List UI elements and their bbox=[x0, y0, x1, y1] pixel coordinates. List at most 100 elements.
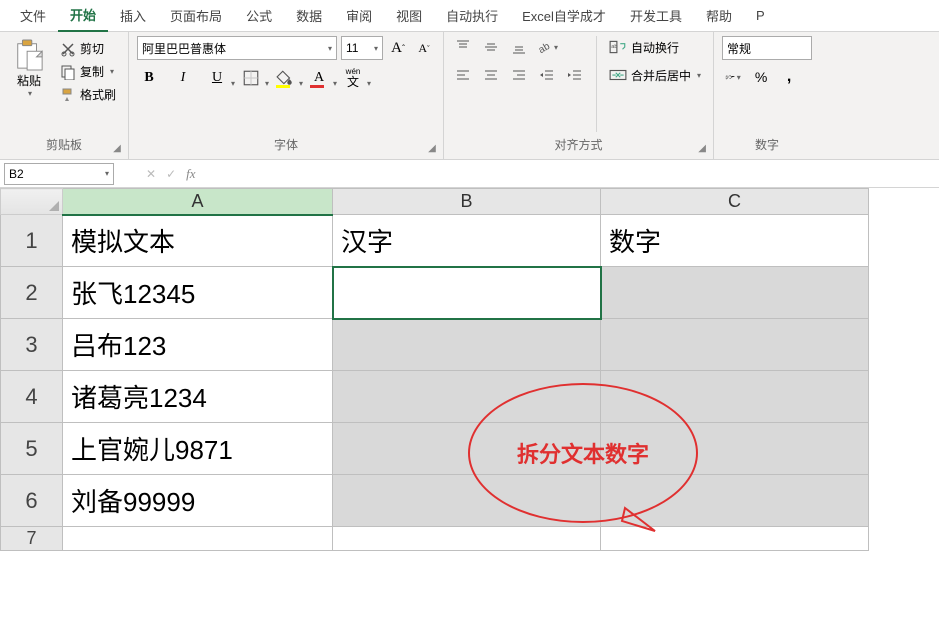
cell-b4[interactable] bbox=[333, 371, 601, 423]
formula-input[interactable] bbox=[204, 163, 939, 185]
align-left-icon bbox=[455, 67, 471, 83]
worksheet-grid[interactable]: A B C 1 模拟文本 汉字 数字 2 张飞12345 3 吕布123 4 诸… bbox=[0, 188, 939, 551]
orientation-button[interactable]: ab▾ bbox=[536, 36, 558, 58]
menu-file[interactable]: 文件 bbox=[8, 0, 58, 31]
col-header-c[interactable]: C bbox=[601, 189, 869, 215]
menu-home[interactable]: 开始 bbox=[58, 0, 108, 32]
row-header-3[interactable]: 3 bbox=[1, 319, 63, 371]
comma-button[interactable]: , bbox=[778, 66, 800, 88]
align-top-button[interactable] bbox=[452, 36, 474, 58]
border-button[interactable]: ▾ bbox=[239, 66, 263, 90]
align-bottom-button[interactable] bbox=[508, 36, 530, 58]
merge-center-button[interactable]: 合并后居中 ▾ bbox=[605, 64, 705, 86]
row-header-7[interactable]: 7 bbox=[1, 527, 63, 551]
name-box[interactable]: B2▾ bbox=[4, 163, 114, 185]
cut-button[interactable]: 剪切 bbox=[56, 38, 120, 59]
menu-p[interactable]: P bbox=[744, 2, 777, 29]
cell-a7[interactable] bbox=[63, 527, 333, 551]
copy-dropdown-icon[interactable]: ▾ bbox=[110, 67, 114, 76]
col-header-a[interactable]: A bbox=[63, 189, 333, 215]
cell-a6[interactable]: 刘备99999 bbox=[63, 475, 333, 527]
comma-icon: , bbox=[787, 68, 791, 86]
phonetic-button[interactable]: wén文▾ bbox=[341, 66, 365, 90]
menu-automate[interactable]: 自动执行 bbox=[434, 0, 510, 31]
insert-function-button[interactable]: fx bbox=[186, 166, 195, 182]
cell-b5[interactable] bbox=[333, 423, 601, 475]
chevron-down-icon: ▾ bbox=[328, 44, 332, 53]
cell-b6[interactable] bbox=[333, 475, 601, 527]
row-header-2[interactable]: 2 bbox=[1, 267, 63, 319]
paste-dropdown-icon[interactable]: ▾ bbox=[28, 89, 32, 98]
menu-page-layout[interactable]: 页面布局 bbox=[158, 0, 234, 31]
cell-c2[interactable] bbox=[601, 267, 869, 319]
cell-c7[interactable] bbox=[601, 527, 869, 551]
cell-c5[interactable] bbox=[601, 423, 869, 475]
align-left-button[interactable] bbox=[452, 64, 474, 86]
copy-icon bbox=[60, 64, 76, 80]
cell-a5[interactable]: 上官婉儿9871 bbox=[63, 423, 333, 475]
cell-c1[interactable]: 数字 bbox=[601, 215, 869, 267]
cancel-formula-button[interactable]: ✕ bbox=[146, 167, 156, 181]
group-alignment-label: 对齐方式 bbox=[452, 132, 705, 159]
cell-b7[interactable] bbox=[333, 527, 601, 551]
decrease-indent-button[interactable] bbox=[536, 64, 558, 86]
menu-help[interactable]: 帮助 bbox=[694, 0, 744, 31]
row-header-1[interactable]: 1 bbox=[1, 215, 63, 267]
wrap-text-icon: ab bbox=[609, 38, 627, 56]
format-painter-button[interactable]: 格式刷 bbox=[56, 84, 120, 105]
enter-formula-button[interactable]: ✓ bbox=[166, 167, 176, 181]
cut-icon bbox=[60, 41, 76, 57]
font-launcher-icon[interactable]: ◢ bbox=[425, 141, 439, 155]
clipboard-launcher-icon[interactable]: ◢ bbox=[110, 141, 124, 155]
align-middle-button[interactable] bbox=[480, 36, 502, 58]
chevron-down-icon: ▾ bbox=[299, 79, 303, 88]
wrap-text-button[interactable]: ab 自动换行 bbox=[605, 36, 705, 58]
font-size-select[interactable]: 11▾ bbox=[341, 36, 383, 60]
svg-text:ab: ab bbox=[537, 41, 552, 55]
percent-button[interactable]: % bbox=[750, 66, 772, 88]
decrease-font-button[interactable]: Aˇ bbox=[413, 37, 435, 59]
menu-data[interactable]: 数据 bbox=[284, 0, 334, 31]
cell-c6[interactable] bbox=[601, 475, 869, 527]
cell-c4[interactable] bbox=[601, 371, 869, 423]
align-right-icon bbox=[511, 67, 527, 83]
align-right-button[interactable] bbox=[508, 64, 530, 86]
increase-font-button[interactable]: Aˆ bbox=[387, 37, 409, 59]
fill-color-button[interactable]: ▾ bbox=[273, 66, 297, 90]
underline-button[interactable]: U▾ bbox=[205, 66, 229, 90]
cell-a3[interactable]: 吕布123 bbox=[63, 319, 333, 371]
alignment-launcher-icon[interactable]: ◢ bbox=[695, 141, 709, 155]
col-header-b[interactable]: B bbox=[333, 189, 601, 215]
row-header-5[interactable]: 5 bbox=[1, 423, 63, 475]
menu-insert[interactable]: 插入 bbox=[108, 0, 158, 31]
currency-button[interactable]: 🖙▾ bbox=[722, 66, 744, 88]
row-header-6[interactable]: 6 bbox=[1, 475, 63, 527]
number-format-select[interactable]: 常规 bbox=[722, 36, 812, 60]
cell-a1[interactable]: 模拟文本 bbox=[63, 215, 333, 267]
align-top-icon bbox=[455, 39, 471, 55]
row-header-4[interactable]: 4 bbox=[1, 371, 63, 423]
bold-button[interactable]: B bbox=[137, 66, 161, 90]
copy-button[interactable]: 复制 ▾ bbox=[56, 61, 120, 82]
menu-excel-self[interactable]: Excel自学成才 bbox=[510, 0, 618, 31]
cell-b3[interactable] bbox=[333, 319, 601, 371]
align-center-button[interactable] bbox=[480, 64, 502, 86]
cell-c3[interactable] bbox=[601, 319, 869, 371]
font-name-select[interactable]: 阿里巴巴普惠体▾ bbox=[137, 36, 337, 60]
menu-review[interactable]: 审阅 bbox=[334, 0, 384, 31]
group-clipboard: 粘贴 ▾ 剪切 复制 ▾ 格式刷 剪贴板 ◢ bbox=[0, 32, 129, 159]
menu-view[interactable]: 视图 bbox=[384, 0, 434, 31]
menu-developer[interactable]: 开发工具 bbox=[618, 0, 694, 31]
italic-button[interactable]: I bbox=[171, 66, 195, 90]
menu-bar: 文件 开始 插入 页面布局 公式 数据 审阅 视图 自动执行 Excel自学成才… bbox=[0, 0, 939, 32]
align-center-icon bbox=[483, 67, 499, 83]
cell-a2[interactable]: 张飞12345 bbox=[63, 267, 333, 319]
menu-formulas[interactable]: 公式 bbox=[234, 0, 284, 31]
select-all-corner[interactable] bbox=[1, 189, 63, 215]
increase-indent-button[interactable] bbox=[564, 64, 586, 86]
cell-a4[interactable]: 诸葛亮1234 bbox=[63, 371, 333, 423]
cell-b2[interactable] bbox=[333, 267, 601, 319]
font-color-button[interactable]: A▾ bbox=[307, 66, 331, 90]
paste-button[interactable]: 粘贴 ▾ bbox=[8, 36, 50, 132]
cell-b1[interactable]: 汉字 bbox=[333, 215, 601, 267]
